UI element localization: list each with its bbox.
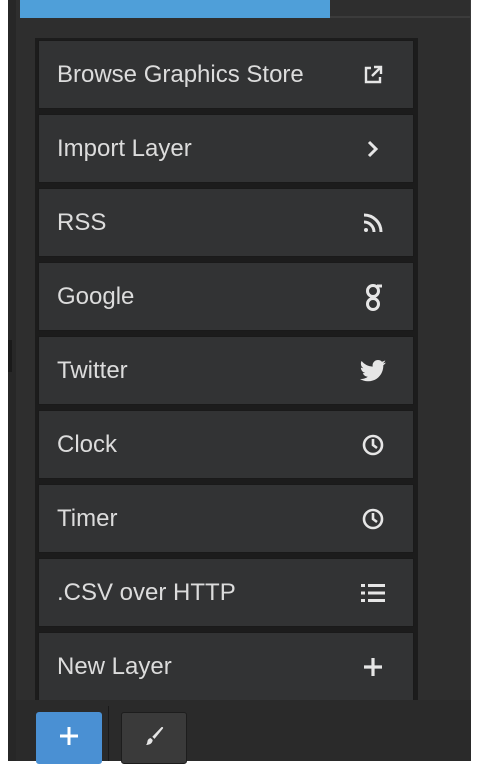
chevron-right-icon bbox=[359, 135, 387, 163]
active-tab-indicator[interactable] bbox=[20, 0, 330, 18]
right-divider bbox=[470, 0, 471, 761]
external-link-icon bbox=[359, 61, 387, 89]
menu-item-rss[interactable]: RSS bbox=[38, 188, 414, 257]
menu-item-clock[interactable]: Clock bbox=[38, 410, 414, 479]
resize-handle[interactable] bbox=[8, 340, 12, 372]
plus-icon bbox=[359, 653, 387, 681]
twitter-icon bbox=[359, 357, 387, 385]
menu-item-label: RSS bbox=[57, 208, 107, 236]
google-icon bbox=[359, 283, 387, 311]
menu-item-google[interactable]: Google bbox=[38, 262, 414, 331]
toolbar-divider bbox=[108, 706, 109, 761]
clock-icon bbox=[359, 431, 387, 459]
menu-item-label: Browse Graphics Store bbox=[57, 60, 304, 88]
left-panel-edge bbox=[8, 0, 16, 761]
menu-item-label: Google bbox=[57, 282, 135, 310]
top-divider bbox=[330, 16, 471, 18]
brush-icon bbox=[142, 724, 166, 753]
list-icon bbox=[359, 579, 387, 607]
menu-item-twitter[interactable]: Twitter bbox=[38, 336, 414, 405]
menu-item-label: Import Layer bbox=[57, 134, 192, 162]
add-layer-button[interactable] bbox=[36, 712, 102, 764]
menu-item-label: Clock bbox=[57, 430, 118, 458]
menu-item-label: Timer bbox=[57, 504, 118, 532]
clock-icon bbox=[359, 505, 387, 533]
edit-button[interactable] bbox=[121, 712, 187, 764]
menu-item-new-layer[interactable]: New Layer bbox=[38, 632, 414, 701]
plus-icon bbox=[58, 725, 80, 752]
add-layer-menu: Browse Graphics Store Import Layer RSS G… bbox=[35, 38, 418, 710]
menu-item-import-layer[interactable]: Import Layer bbox=[38, 114, 414, 183]
menu-item-label: New Layer bbox=[57, 652, 172, 680]
menu-item-browse-graphics-store[interactable]: Browse Graphics Store bbox=[38, 40, 414, 109]
menu-item-csv-over-http[interactable]: .CSV over HTTP bbox=[38, 558, 414, 627]
rss-icon bbox=[359, 209, 387, 237]
menu-item-timer[interactable]: Timer bbox=[38, 484, 414, 553]
menu-item-label: Twitter bbox=[57, 356, 128, 384]
menu-item-label: .CSV over HTTP bbox=[57, 578, 236, 606]
